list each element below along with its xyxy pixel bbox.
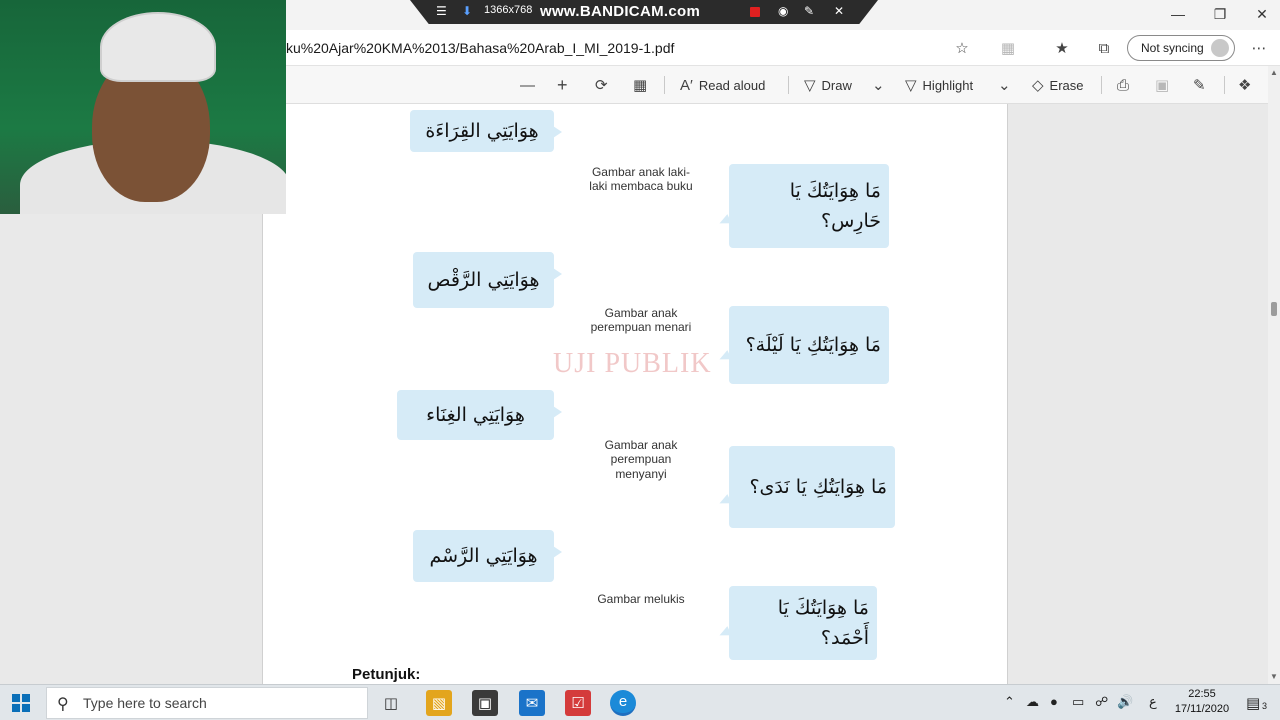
battery-icon[interactable]: ▭ bbox=[1072, 694, 1084, 710]
vertical-scrollbar[interactable]: ▲ ▼ bbox=[1268, 66, 1280, 684]
highlight-dropdown-chevron-icon[interactable]: ⌄ bbox=[998, 75, 1017, 95]
profile-sync-button[interactable]: Not syncing bbox=[1127, 35, 1235, 61]
restore-icon[interactable]: ❐ bbox=[1198, 0, 1242, 28]
answer-text: هِوَايَتِي القِرَاءَة bbox=[425, 120, 539, 142]
question-text: مَا هِوَايَتُكَ يَا حَارِس؟ bbox=[789, 179, 881, 232]
draw-dropdown-chevron-icon[interactable]: ⌄ bbox=[872, 75, 891, 95]
zoom-in-icon[interactable]: + bbox=[557, 75, 574, 95]
record-icon[interactable] bbox=[750, 7, 760, 17]
pin-icon[interactable]: ⬇ bbox=[462, 4, 472, 18]
network-icon[interactable]: ☍ bbox=[1095, 694, 1108, 710]
system-clock[interactable]: 22:55 17/11/2020 bbox=[1172, 687, 1232, 717]
camera-icon[interactable]: ◉ bbox=[778, 4, 788, 18]
toolbar-divider bbox=[1224, 76, 1225, 94]
draw-label: Draw bbox=[821, 77, 852, 93]
read-aloud-label: Read aloud bbox=[698, 77, 766, 93]
search-placeholder: Type here to search bbox=[83, 695, 207, 711]
mail-icon[interactable]: ✉ bbox=[519, 690, 545, 716]
pin-toolbar-icon[interactable]: ❖ bbox=[1238, 75, 1257, 95]
image-caption: Gambar melukis bbox=[597, 592, 685, 606]
answer-text: هِوَايَتِي الرَّقْص bbox=[427, 269, 540, 291]
microphone-icon[interactable]: ● bbox=[1050, 694, 1058, 709]
save-as-icon[interactable]: ✎ bbox=[1193, 75, 1212, 95]
image-caption: Gambar anak perempuan menari bbox=[590, 306, 692, 335]
search-icon: ⚲ bbox=[57, 696, 69, 713]
scroll-down-icon[interactable]: ▼ bbox=[1268, 672, 1280, 682]
draw-button[interactable]: ▽ Draw bbox=[804, 75, 852, 95]
windows-start-icon[interactable] bbox=[12, 694, 30, 712]
bandicam-brand: www.BANDICAM.com bbox=[540, 3, 701, 20]
print-icon[interactable]: ⎙ bbox=[1117, 75, 1135, 95]
read-aloud-button[interactable]: A′ Read aloud bbox=[680, 75, 765, 95]
highlight-icon: ▽ bbox=[905, 77, 917, 94]
zoom-out-icon[interactable]: — bbox=[520, 75, 541, 95]
image-caption: Gambar anak laki- laki membaca buku bbox=[589, 165, 693, 194]
question-bubble: مَا هِوَايَتُكَ يَا حَارِس؟ bbox=[729, 164, 889, 248]
onedrive-icon[interactable]: ☁ bbox=[1026, 694, 1039, 710]
read-aloud-icon: A′ bbox=[680, 76, 693, 94]
pencil-icon[interactable]: ✎ bbox=[804, 4, 814, 18]
split-screen-icon[interactable]: ▦ bbox=[997, 38, 1019, 58]
answer-text: هِوَايَتِي الرَّسْم bbox=[429, 545, 538, 567]
sync-label: Not syncing bbox=[1141, 41, 1204, 55]
collections-icon[interactable]: ⧉ bbox=[1093, 38, 1115, 58]
toolbar-divider bbox=[1101, 76, 1102, 94]
taskbar-search-box[interactable]: ⚲ Type here to search bbox=[46, 687, 368, 719]
rotate-icon[interactable]: ⟳ bbox=[595, 75, 614, 95]
answer-bubble: هِوَايَتِي الغِنَاء bbox=[397, 390, 562, 440]
scrollbar-thumb[interactable] bbox=[1271, 302, 1277, 316]
minimize-icon[interactable]: — bbox=[1156, 0, 1200, 28]
answer-bubble: هِوَايَتِي القِرَاءَة bbox=[410, 110, 562, 152]
more-options-icon[interactable]: ⋯ bbox=[1248, 38, 1270, 58]
resolution-label: 1366x768 bbox=[484, 4, 533, 16]
highlight-label: Highlight bbox=[922, 77, 974, 93]
instructions-heading: Petunjuk: bbox=[352, 666, 421, 683]
scroll-up-icon[interactable]: ▲ bbox=[1268, 68, 1280, 78]
toolbar-divider bbox=[788, 76, 789, 94]
gift-app-icon[interactable]: ☑ bbox=[565, 690, 591, 716]
favorites-icon[interactable]: ★ bbox=[1051, 38, 1073, 58]
watermark: UJI PUBLIK bbox=[553, 348, 712, 379]
question-text: مَا هِوَايَتُكِ يَا لَيْلَة؟ bbox=[745, 333, 881, 356]
volume-icon[interactable]: 🔊 bbox=[1117, 694, 1133, 710]
image-caption: Gambar anak perempuan menyanyi bbox=[604, 438, 678, 481]
draw-icon: ▽ bbox=[804, 77, 816, 94]
url-field[interactable]: ku%20Ajar%20KMA%2013/Bahasa%20Arab_I_MI_… bbox=[286, 40, 674, 56]
save-icon[interactable]: ▣ bbox=[1155, 75, 1175, 95]
clock-date: 17/11/2020 bbox=[1174, 703, 1230, 715]
taskbar: ⚲ Type here to search ◫ ▧ ▣ ✉ ☑ e ⌃ ☁ ● … bbox=[0, 684, 1280, 720]
show-hidden-icons-chevron-icon[interactable]: ⌃ bbox=[1004, 694, 1015, 710]
close-recorder-icon[interactable]: ✕ bbox=[834, 4, 844, 18]
bandicam-recorder-bar: ☰ ⬇ 1366x768 www.BANDICAM.com ◉ ✎ ✕ bbox=[410, 0, 878, 24]
favorite-star-icon[interactable]: ☆ bbox=[951, 38, 973, 58]
task-view-icon[interactable]: ◫ bbox=[378, 690, 404, 716]
question-bubble: مَا هِوَايَتُكِ يَا لَيْلَة؟ bbox=[729, 306, 889, 384]
answer-text: هِوَايَتِي الغِنَاء bbox=[426, 404, 525, 426]
avatar bbox=[1211, 39, 1229, 57]
file-explorer-icon[interactable]: ▧ bbox=[426, 690, 452, 716]
webcam-person-cap bbox=[100, 12, 216, 82]
notifications-icon[interactable]: ▤ bbox=[1246, 694, 1260, 712]
close-icon[interactable]: ✕ bbox=[1240, 0, 1280, 28]
toolbar-divider bbox=[664, 76, 665, 94]
question-text: مَا هِوَايَتُكَ يَا أَحْمَد؟ bbox=[777, 596, 869, 649]
erase-button[interactable]: ◇ Erase bbox=[1032, 75, 1084, 95]
eraser-icon: ◇ bbox=[1032, 77, 1044, 94]
store-icon[interactable]: ▣ bbox=[472, 690, 498, 716]
edge-browser-icon[interactable]: e bbox=[610, 690, 636, 716]
question-text: مَا هِوَايَتُكِ يَا نَدَى؟ bbox=[749, 475, 887, 498]
highlight-button[interactable]: ▽ Highlight bbox=[905, 75, 973, 95]
question-bubble: مَا هِوَايَتُكَ يَا أَحْمَد؟ bbox=[729, 586, 877, 660]
notification-count: 3 bbox=[1262, 701, 1268, 711]
clock-time: 22:55 bbox=[1188, 688, 1216, 700]
question-bubble: مَا هِوَايَتُكِ يَا نَدَى؟ bbox=[729, 446, 895, 528]
input-language-indicator[interactable]: ع bbox=[1149, 694, 1157, 710]
erase-label: Erase bbox=[1049, 77, 1084, 93]
answer-bubble: هِوَايَتِي الرَّسْم bbox=[413, 530, 562, 582]
menu-icon[interactable]: ☰ bbox=[436, 4, 447, 18]
webcam-overlay bbox=[0, 0, 286, 214]
pdf-page: UJI PUBLIK هِوَايَتِي القِرَاءَة هِوَايَ… bbox=[262, 104, 1008, 684]
answer-bubble: هِوَايَتِي الرَّقْص bbox=[413, 252, 562, 308]
fit-page-icon[interactable]: ▦ bbox=[633, 75, 653, 95]
